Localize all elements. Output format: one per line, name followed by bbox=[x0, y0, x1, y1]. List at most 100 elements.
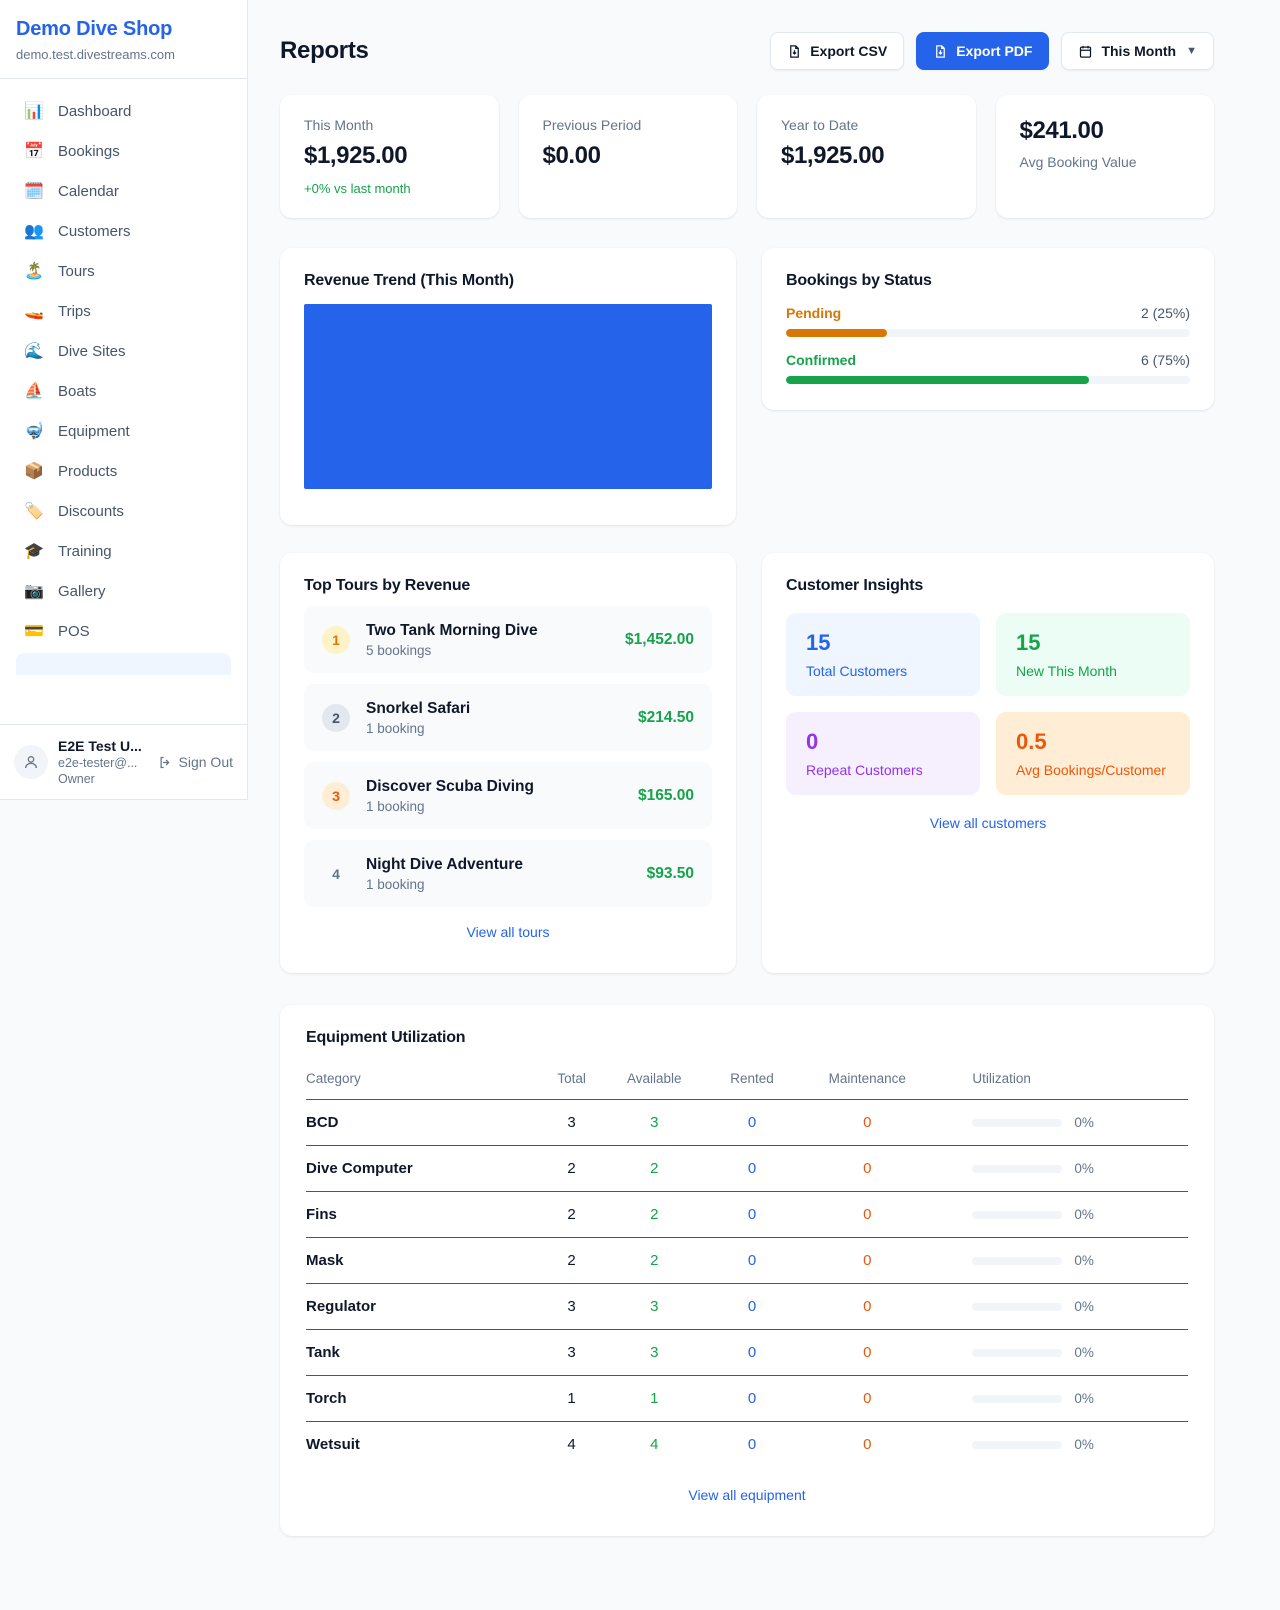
list-item: 4 Night Dive Adventure 1 booking $93.50 bbox=[304, 840, 712, 907]
sidebar-item-pos[interactable]: 💳 POS bbox=[8, 611, 239, 651]
sidebar-item-calendar[interactable]: 🗓️ Calendar bbox=[8, 171, 239, 211]
page-title: Reports bbox=[280, 37, 369, 65]
stat-delta: +0% vs last month bbox=[304, 181, 475, 196]
utilization-bar bbox=[972, 1303, 1062, 1311]
tour-revenue: $214.50 bbox=[638, 709, 694, 727]
sidebar-item-label: Discounts bbox=[58, 503, 124, 520]
brand: Demo Dive Shop demo.test.divestreams.com bbox=[0, 0, 247, 79]
sidebar-item-label: Bookings bbox=[58, 143, 120, 160]
column-header: Category bbox=[306, 1063, 537, 1100]
sidebar-item-label: Tours bbox=[58, 263, 95, 280]
island-icon: 🏝️ bbox=[24, 261, 44, 281]
status-count: 2 (25%) bbox=[1141, 305, 1190, 321]
period-select-button[interactable]: This Month ▼ bbox=[1061, 32, 1214, 70]
insight-new-this-month: 15 New This Month bbox=[996, 613, 1190, 696]
sidebar-item-label: Dashboard bbox=[58, 103, 131, 120]
sidebar-item-tours[interactable]: 🏝️ Tours bbox=[8, 251, 239, 291]
sign-out-icon bbox=[158, 755, 173, 770]
insight-label: Repeat Customers bbox=[806, 762, 960, 778]
sidebar-item-trips[interactable]: 🚤 Trips bbox=[8, 291, 239, 331]
calendar-icon: 📅 bbox=[24, 141, 44, 161]
export-csv-label: Export CSV bbox=[810, 43, 887, 59]
view-all-tours-link[interactable]: View all tours bbox=[304, 924, 712, 940]
tour-bookings: 1 booking bbox=[366, 721, 470, 736]
avatar bbox=[14, 745, 48, 779]
calendar-icon bbox=[1078, 44, 1093, 59]
equipment-utilization-card: Equipment Utilization Category Total Ava… bbox=[280, 1005, 1214, 1536]
sidebar-item-label: Boats bbox=[58, 383, 96, 400]
main-content: Reports Export CSV Export PDF This Month bbox=[248, 0, 1280, 1576]
export-pdf-button[interactable]: Export PDF bbox=[916, 32, 1049, 70]
brand-domain: demo.test.divestreams.com bbox=[16, 47, 231, 62]
top-tours-title: Top Tours by Revenue bbox=[304, 577, 712, 595]
equipment-table: Category Total Available Rented Maintena… bbox=[306, 1063, 1188, 1467]
diving-mask-icon: 🤿 bbox=[24, 421, 44, 441]
spiral-calendar-icon: 🗓️ bbox=[24, 181, 44, 201]
sailboat-icon: ⛵ bbox=[24, 381, 44, 401]
list-item: 1 Two Tank Morning Dive 5 bookings $1,45… bbox=[304, 606, 712, 673]
sidebar-item-label: Training bbox=[58, 543, 112, 560]
graduation-cap-icon: 🎓 bbox=[24, 541, 44, 561]
utilization-bar bbox=[972, 1395, 1062, 1403]
sidebar: Demo Dive Shop demo.test.divestreams.com… bbox=[0, 0, 248, 800]
sidebar-item-products[interactable]: 📦 Products bbox=[8, 451, 239, 491]
sidebar-item-bookings[interactable]: 📅 Bookings bbox=[8, 131, 239, 171]
stat-label: Previous Period bbox=[543, 117, 714, 133]
table-row: Dive Computer 2 2 0 0 0% bbox=[306, 1146, 1188, 1192]
label-tag-icon: 🏷️ bbox=[24, 501, 44, 521]
sidebar-item-label: Gallery bbox=[58, 583, 106, 600]
sidebar-item-equipment[interactable]: 🤿 Equipment bbox=[8, 411, 239, 451]
view-all-equipment-link[interactable]: View all equipment bbox=[306, 1487, 1188, 1503]
progress-fill bbox=[786, 376, 1089, 384]
stat-label: Avg Booking Value bbox=[1020, 154, 1191, 170]
person-icon bbox=[23, 754, 39, 770]
charts-row: Revenue Trend (This Month) Bookings by S… bbox=[280, 248, 1214, 525]
sidebar-item-dashboard[interactable]: 📊 Dashboard bbox=[8, 91, 239, 131]
insight-repeat-customers: 0 Repeat Customers bbox=[786, 712, 980, 795]
utilization-bar bbox=[972, 1441, 1062, 1449]
status-label: Pending bbox=[786, 305, 841, 321]
header-actions: Export CSV Export PDF This Month ▼ bbox=[770, 32, 1214, 70]
top-tours-card: Top Tours by Revenue 1 Two Tank Morning … bbox=[280, 553, 736, 973]
sign-out-button[interactable]: Sign Out bbox=[158, 754, 233, 770]
sidebar-nav: 📊 Dashboard 📅 Bookings 🗓️ Calendar 👥 Cus… bbox=[0, 79, 247, 675]
utilization-bar bbox=[972, 1211, 1062, 1219]
stats-row: This Month $1,925.00 +0% vs last month P… bbox=[280, 95, 1214, 218]
insight-label: New This Month bbox=[1016, 663, 1170, 679]
sidebar-item-label: Equipment bbox=[58, 423, 130, 440]
stat-label: Year to Date bbox=[781, 117, 952, 133]
table-row: Regulator 3 3 0 0 0% bbox=[306, 1284, 1188, 1330]
stat-value: $241.00 bbox=[1020, 117, 1191, 145]
view-all-customers-link[interactable]: View all customers bbox=[786, 815, 1190, 831]
rank-badge: 1 bbox=[322, 626, 350, 654]
user-role: Owner bbox=[58, 772, 142, 786]
insight-label: Total Customers bbox=[806, 663, 960, 679]
sidebar-item-discounts[interactable]: 🏷️ Discounts bbox=[8, 491, 239, 531]
user-panel: E2E Test U... e2e-tester@... Owner Sign … bbox=[0, 724, 247, 799]
insight-label: Avg Bookings/Customer bbox=[1016, 762, 1170, 778]
table-row: Wetsuit 4 4 0 0 0% bbox=[306, 1422, 1188, 1468]
progress-track bbox=[786, 329, 1190, 337]
insight-avg-bookings: 0.5 Avg Bookings/Customer bbox=[996, 712, 1190, 795]
export-csv-button[interactable]: Export CSV bbox=[770, 32, 904, 70]
sign-out-label: Sign Out bbox=[179, 754, 233, 770]
sidebar-item-training[interactable]: 🎓 Training bbox=[8, 531, 239, 571]
sidebar-item-dive-sites[interactable]: 🌊 Dive Sites bbox=[8, 331, 239, 371]
bookings-by-status-title: Bookings by Status bbox=[786, 272, 1190, 290]
sidebar-item-reports-active[interactable] bbox=[16, 653, 231, 675]
status-row-confirmed: Confirmed 6 (75%) bbox=[786, 352, 1190, 384]
sidebar-item-customers[interactable]: 👥 Customers bbox=[8, 211, 239, 251]
brand-name: Demo Dive Shop bbox=[16, 18, 231, 41]
period-label: This Month bbox=[1101, 43, 1176, 59]
insight-value: 15 bbox=[1016, 630, 1170, 656]
tour-bookings: 1 booking bbox=[366, 877, 523, 892]
revenue-trend-card: Revenue Trend (This Month) bbox=[280, 248, 736, 525]
sidebar-item-gallery[interactable]: 📷 Gallery bbox=[8, 571, 239, 611]
insight-total-customers: 15 Total Customers bbox=[786, 613, 980, 696]
sidebar-item-label: Products bbox=[58, 463, 117, 480]
stat-card-avg-booking-value: $241.00 Avg Booking Value bbox=[996, 95, 1215, 218]
sidebar-item-boats[interactable]: ⛵ Boats bbox=[8, 371, 239, 411]
sidebar-item-label: POS bbox=[58, 623, 90, 640]
column-header: Total bbox=[537, 1063, 607, 1100]
tour-bookings: 5 bookings bbox=[366, 643, 538, 658]
